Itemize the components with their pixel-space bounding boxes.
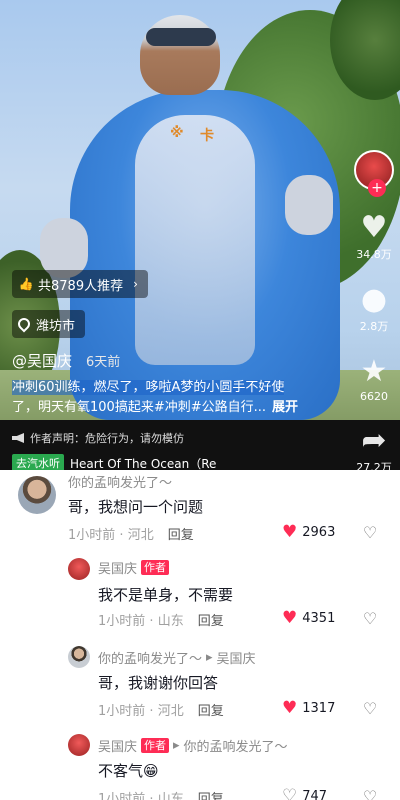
notice-text: 作者声明：危险行为，请勿模仿	[30, 432, 184, 445]
broken-heart-icon[interactable]: ♡	[360, 788, 380, 800]
commenter-name[interactable]: 吴国庆 作者	[98, 558, 170, 577]
commenter-name[interactable]: 你的孟响发光了～	[68, 472, 172, 491]
reply-button[interactable]: 回复	[198, 700, 224, 719]
action-rail: + ♥ 34.8万 ● 2.8万 ★ 6620 ➦ 27.2万	[352, 150, 396, 470]
favorite-button[interactable]: ★ 6620	[360, 354, 388, 404]
author-name[interactable]: @吴国庆	[12, 350, 72, 371]
reply-arrow-icon: ▸	[206, 650, 213, 665]
commenter-name[interactable]: 你的孟响发光了～ ▸ 吴国庆	[98, 648, 256, 667]
suit-logo: 卡	[200, 128, 214, 144]
comment-like-button[interactable]: ♥ 4351	[282, 610, 335, 627]
reply-to-name[interactable]: 吴国庆	[217, 648, 256, 667]
comment-button[interactable]: ● 2.8万	[360, 284, 389, 334]
caption-line: 冲刺60训练，燃尽了，哆啦A梦的小圆手不好使	[12, 380, 285, 395]
author-badge: 作者	[141, 560, 170, 575]
like-count: 34.8万	[356, 248, 392, 261]
app-root: ※ 卡 👍 共8789人推荐 › 潍坊市 @吴国庆 6天前 冲刺60训练，燃尽了…	[0, 0, 400, 800]
comment-meta: 1小时前 · 河北 回复	[68, 524, 194, 543]
comment-meta: 1小时前 · 河北 回复	[98, 700, 224, 719]
heart-icon: ♥	[282, 608, 298, 628]
reply-arrow-icon: ▸	[173, 738, 180, 753]
comment-like-count: 4351	[302, 611, 336, 626]
commenter-name[interactable]: 吴国庆 作者 ▸ 你的孟响发光了～	[98, 736, 288, 755]
recommend-pill[interactable]: 👍 共8789人推荐 ›	[12, 270, 148, 298]
video-player[interactable]: ※ 卡 👍 共8789人推荐 › 潍坊市 @吴国庆 6天前 冲刺60训练，燃尽了…	[0, 0, 400, 470]
comment-like-count: 2963	[302, 525, 336, 540]
commenter-avatar[interactable]	[68, 734, 90, 756]
star-icon: ★	[360, 354, 388, 389]
broken-heart-icon[interactable]: ♡	[360, 610, 380, 628]
commenter-avatar[interactable]	[68, 558, 90, 580]
comment-text: 哥，我谢谢你回答	[98, 674, 219, 692]
comment-like-button[interactable]: ♥ 1317	[282, 700, 335, 717]
author-notice: 作者声明：危险行为，请勿模仿	[12, 430, 184, 446]
music-row[interactable]: 去汽水听 Heart Of The Ocean（Re	[12, 454, 216, 470]
location-name: 潍坊市	[36, 318, 76, 334]
comment-meta: 1小时前 · 山东 回复	[98, 610, 224, 629]
location-pin-icon	[15, 315, 33, 333]
commenter-name-text: 你的孟响发光了～	[68, 476, 173, 491]
comment-list[interactable]: 你的孟响发光了～ 哥，我想问一个问题 1小时前 · 河北 回复 ♥ 2963 ♡…	[0, 470, 400, 800]
comment-text: 我不是单身，不需要	[98, 586, 234, 604]
comment-count: 2.8万	[359, 320, 389, 333]
reply-button[interactable]: 回复	[198, 610, 224, 629]
commenter-name-text: 吴国庆	[98, 562, 138, 577]
like-button[interactable]: ♥ 34.8万	[356, 212, 392, 262]
heart-outline-icon: ♡	[282, 786, 298, 800]
comment-text: 不客气😁	[98, 762, 159, 780]
rider-head	[140, 15, 220, 95]
favorite-count: 6620	[360, 390, 388, 403]
comment-meta: 1小时前 · 山东 回复	[98, 788, 224, 800]
reply-button[interactable]: 回复	[168, 524, 194, 543]
broken-heart-icon[interactable]: ♡	[360, 700, 380, 718]
heart-icon: ♥	[282, 522, 298, 542]
posted-time: 6天前	[86, 355, 121, 370]
comment-time: 1小时前	[98, 614, 146, 629]
comment-region: 河北	[127, 528, 154, 543]
recommend-count: 共8789人推荐	[38, 278, 124, 294]
comment-like-count: 747	[302, 789, 328, 800]
reply-to-name[interactable]: 你的孟响发光了～	[184, 736, 288, 755]
rider-arm-right	[285, 175, 333, 235]
comment-text: 哥，我想问一个问题	[68, 498, 204, 516]
comment-like-count: 1317	[302, 701, 336, 716]
commenter-avatar[interactable]	[68, 646, 90, 668]
author-badge: 作者	[141, 738, 170, 753]
author-line: @吴国庆 6天前	[12, 350, 120, 371]
rider-sunglasses	[146, 28, 216, 46]
reply-button[interactable]: 回复	[198, 788, 224, 800]
commenter-avatar[interactable]	[18, 476, 56, 514]
caption-line: 了，明天有氧100搞起来#冲刺#公路自行...	[12, 400, 266, 415]
share-button[interactable]: ➦ 27.2万	[356, 423, 392, 471]
music-app-tag[interactable]: 去汽水听	[12, 454, 64, 470]
comment-region: 山东	[157, 792, 184, 800]
comment-time: 1小时前	[98, 792, 146, 800]
comment-region: 山东	[157, 614, 184, 629]
commenter-name-text: 你的孟响发光了～	[98, 652, 203, 667]
megaphone-icon	[12, 433, 24, 443]
video-caption: 冲刺60训练，燃尽了，哆啦A梦的小圆手不好使 了，明天有氧100搞起来#冲刺#公…	[12, 378, 342, 418]
comment-time: 1小时前	[68, 528, 116, 543]
author-avatar[interactable]: +	[354, 150, 394, 197]
location-pill[interactable]: 潍坊市	[12, 310, 86, 338]
broken-heart-icon[interactable]: ♡	[360, 524, 380, 542]
comment-region: 河北	[157, 704, 184, 719]
chevron-right-icon: ›	[133, 277, 138, 291]
comment-time: 1小时前	[98, 704, 146, 719]
heart-icon: ♥	[282, 698, 298, 718]
rider-chest	[135, 115, 255, 365]
share-count: 27.2万	[356, 461, 392, 470]
suit-logo: ※	[170, 125, 184, 141]
follow-plus-icon[interactable]: +	[368, 179, 386, 197]
thumbs-up-icon: 👍	[18, 277, 34, 291]
comment-like-button[interactable]: ♡ 747	[282, 788, 327, 800]
share-arrow-icon: ➦	[361, 423, 387, 458]
heart-icon: ♥	[360, 210, 388, 245]
music-title: Heart Of The Ocean（Re	[70, 456, 217, 471]
commenter-name-text: 吴国庆	[98, 740, 138, 755]
expand-link[interactable]: 展开	[272, 400, 298, 415]
rider-arm-left	[40, 218, 88, 278]
comment-like-button[interactable]: ♥ 2963	[282, 524, 335, 541]
comment-bubble-icon: ●	[360, 282, 388, 317]
